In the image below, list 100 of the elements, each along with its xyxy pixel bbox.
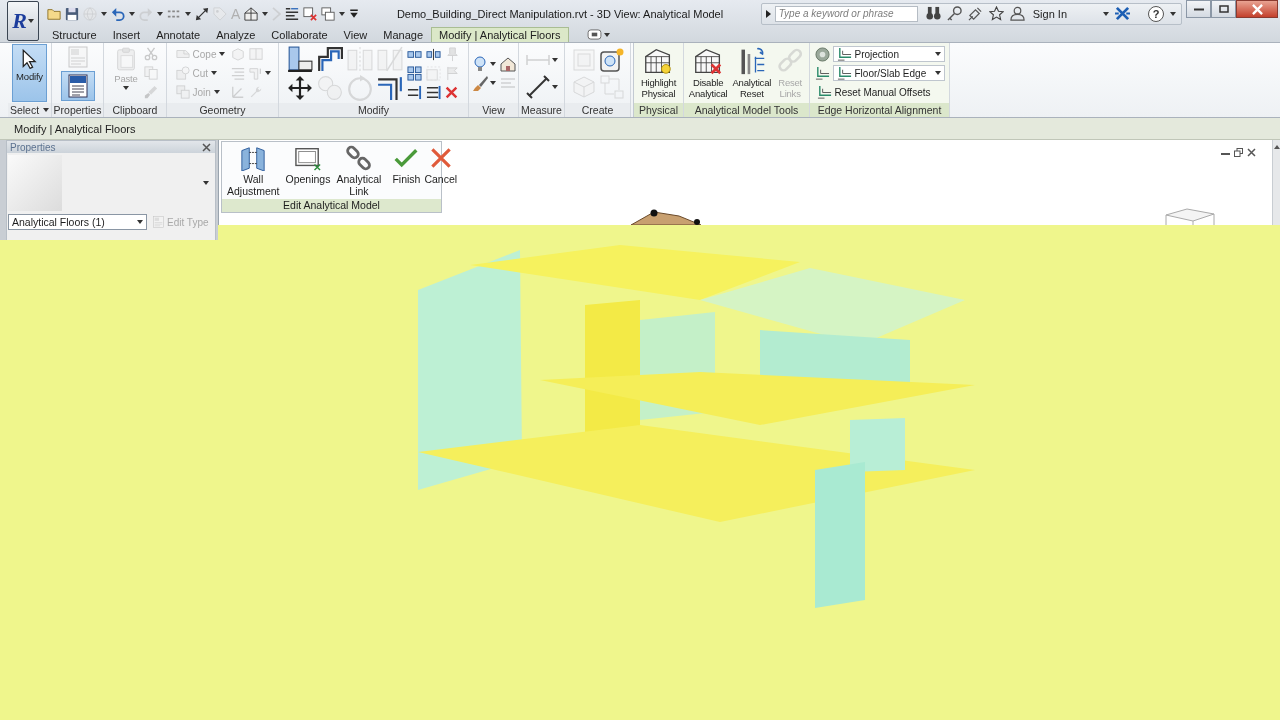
offset-corner-icon xyxy=(836,46,852,62)
help-button[interactable]: ? xyxy=(1148,5,1164,22)
panel-title: Edit Analytical Model xyxy=(222,199,441,212)
diagonal-arrow-icon[interactable] xyxy=(195,6,209,21)
maximize-icon xyxy=(1218,5,1229,13)
floppy-icon[interactable] xyxy=(65,6,79,21)
undo-arrow-icon[interactable] xyxy=(111,6,125,21)
caret-icon[interactable] xyxy=(489,61,496,66)
person-icon[interactable] xyxy=(1009,6,1025,21)
trim-lines-icon[interactable] xyxy=(426,84,441,100)
panel-title: Geometry xyxy=(199,104,246,116)
chain-links-icon xyxy=(345,145,372,171)
palette-title: Properties xyxy=(10,141,56,153)
caret-icon[interactable] xyxy=(43,108,50,112)
caret-icon[interactable] xyxy=(489,80,496,85)
ribbon-button[interactable]: Openings xyxy=(283,144,333,185)
panel-title: Analytical Model Tools xyxy=(694,104,799,116)
move-arrows-icon[interactable] xyxy=(287,74,313,101)
toolbar-menu-icon[interactable] xyxy=(349,8,360,19)
star-icon[interactable] xyxy=(988,6,1004,21)
dropdown[interactable]: Floor/Slab Edge xyxy=(832,65,945,81)
caret-icon[interactable] xyxy=(551,84,558,89)
app-menu-button[interactable]: R xyxy=(7,1,39,41)
caret-icon[interactable] xyxy=(185,11,191,16)
close-icon[interactable] xyxy=(202,142,211,152)
x-logo-icon[interactable] xyxy=(1115,6,1130,21)
windows-stack-icon[interactable] xyxy=(321,6,336,21)
house-icon[interactable] xyxy=(499,55,516,72)
search-field[interactable]: Type a keyword or phrase xyxy=(774,5,918,22)
panel-title: Properties xyxy=(53,104,102,116)
ribbon-tab[interactable]: Collaborate xyxy=(263,27,336,42)
ribbon-button[interactable]: Modify xyxy=(12,44,47,102)
ribbon-button[interactable]: Cancel xyxy=(423,144,459,185)
sun-box-icon[interactable] xyxy=(599,47,624,72)
type-selector[interactable]: Analytical Floors (1) xyxy=(8,214,147,230)
ribbon-button[interactable]: Finish xyxy=(391,144,422,185)
ribbon-button[interactable]: Highlight Physical xyxy=(638,44,679,102)
delete-icon[interactable] xyxy=(445,85,458,99)
scrollbar[interactable] xyxy=(1272,140,1280,225)
window-title: Demo_Building_Direct Manipulation.rvt - 3D View: Analytical Model xyxy=(395,7,725,20)
caret-icon[interactable] xyxy=(129,11,135,16)
corner-lines-icon[interactable] xyxy=(377,74,403,101)
caret-icon[interactable] xyxy=(339,11,346,16)
offset-corner-icon xyxy=(836,65,852,81)
caret-icon[interactable] xyxy=(603,32,610,37)
ribbon-button[interactable]: Analytical Reset xyxy=(730,44,774,102)
key-icon[interactable] xyxy=(946,6,962,21)
ribbon-tab[interactable]: Annotate xyxy=(148,27,209,42)
ribbon-tab[interactable]: Structure xyxy=(44,27,105,42)
close-icon[interactable] xyxy=(1247,148,1256,157)
paint-brush-icon[interactable] xyxy=(471,74,488,91)
opening-rect-icon xyxy=(295,145,321,171)
dropdown[interactable]: Projection xyxy=(832,46,945,62)
up-arrow-icon[interactable] xyxy=(1273,145,1280,149)
ribbon-button[interactable]: Reset Manual Offsets xyxy=(814,83,945,101)
extend-lines-icon[interactable] xyxy=(407,84,422,100)
ribbon-tab[interactable]: Analyze xyxy=(208,27,264,42)
maximize-button[interactable] xyxy=(1211,0,1236,18)
disc-icon[interactable] xyxy=(814,46,830,62)
windows-cross-icon[interactable] xyxy=(303,6,318,21)
caret-icon[interactable] xyxy=(1103,11,1109,16)
array-grid-icon[interactable] xyxy=(407,65,422,81)
caret-icon[interactable] xyxy=(934,52,941,56)
caret-icon[interactable] xyxy=(27,19,34,23)
split-gap-icon[interactable] xyxy=(426,46,441,62)
property-sheet-icon[interactable] xyxy=(60,70,95,101)
joined-blocks-icon xyxy=(175,85,190,99)
type-preview-image xyxy=(8,155,62,211)
clipboard-icon xyxy=(116,47,136,71)
caret-icon[interactable] xyxy=(1170,11,1176,16)
panel-toggle-icon[interactable] xyxy=(586,29,602,40)
caret-icon[interactable] xyxy=(934,71,941,75)
caret-icon[interactable] xyxy=(262,11,269,16)
ribbon-tab[interactable]: Manage xyxy=(375,27,432,42)
house-outline-icon[interactable] xyxy=(244,6,259,21)
folder-icon[interactable] xyxy=(47,6,61,21)
ribbon-button[interactable]: Analytical Link xyxy=(334,144,384,197)
sign-in-button[interactable]: Sign In xyxy=(1030,7,1069,20)
binoculars-icon[interactable] xyxy=(925,6,941,21)
list-lines-icon[interactable] xyxy=(285,6,300,21)
panel-title: Clipboard xyxy=(112,104,158,116)
close-button[interactable] xyxy=(1236,0,1278,18)
caret-icon[interactable] xyxy=(203,181,209,185)
offset-corner-icon[interactable] xyxy=(814,65,830,81)
play-arrow-icon[interactable] xyxy=(765,9,771,18)
options-bar-label: Modify | Analytical Floors xyxy=(14,122,136,135)
ribbon-tab[interactable]: Modify | Analytical Floors xyxy=(431,27,569,42)
ribbon-tab[interactable]: Insert xyxy=(104,27,149,42)
panel-title: View xyxy=(482,104,505,116)
pencil-icon[interactable] xyxy=(967,6,983,21)
ribbon-tab[interactable]: View xyxy=(335,27,376,42)
chain-links-icon xyxy=(776,47,805,75)
aligned-blocks-icon[interactable] xyxy=(287,45,313,72)
ribbon-button[interactable]: Wall Adjustment xyxy=(225,144,282,197)
offset-outline-icon[interactable] xyxy=(317,45,343,72)
ribbon-button[interactable]: Disable Analytical xyxy=(686,44,730,102)
cancel-cross-icon xyxy=(429,147,452,169)
minimize-button[interactable] xyxy=(1186,0,1211,18)
measure-tool-icon[interactable] xyxy=(525,74,550,99)
restore-icon[interactable] xyxy=(1234,148,1243,157)
